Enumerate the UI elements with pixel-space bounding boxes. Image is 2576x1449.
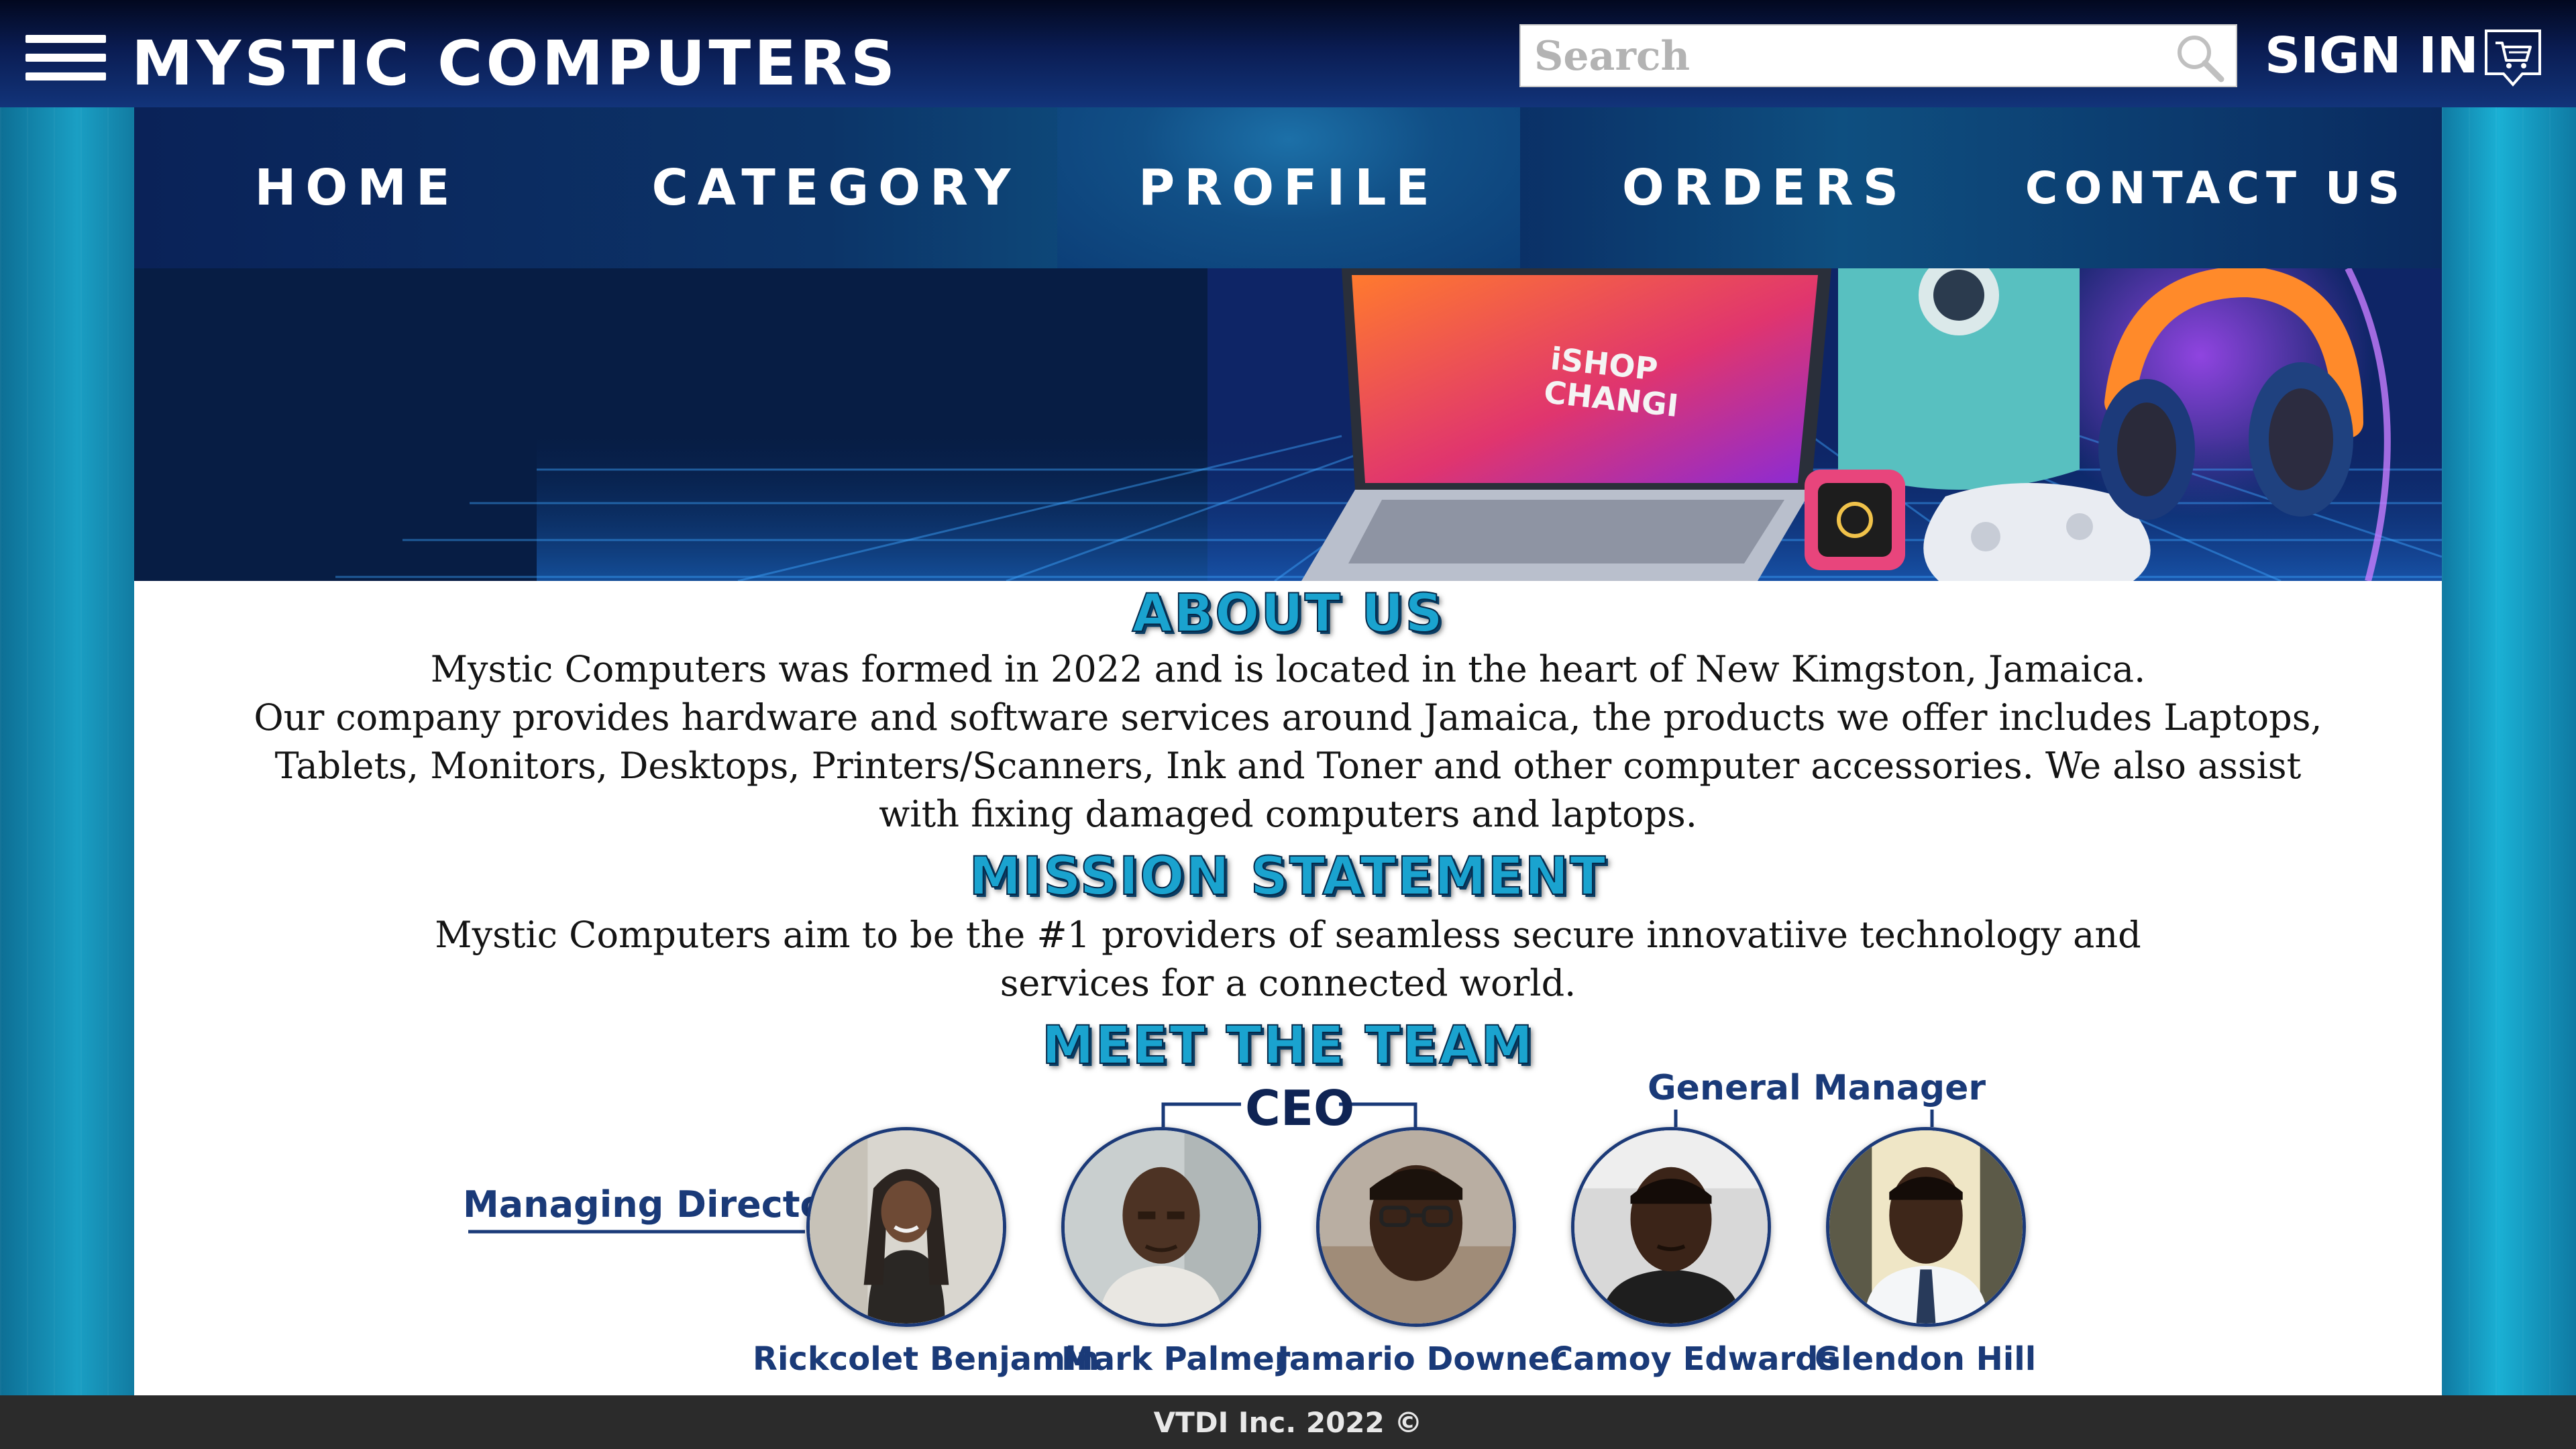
search-input[interactable]	[1534, 31, 2151, 82]
avatar	[1316, 1127, 1516, 1327]
main-navigation: HOME CATEGORY PROFILE ORDERS CONTACT US	[134, 107, 2442, 268]
footer: VTDI Inc. 2022 ©	[0, 1395, 2576, 1449]
meet-the-team-heading: MEET THE TEAM	[1041, 1015, 1534, 1077]
nav-item-category[interactable]: CATEGORY	[580, 107, 1092, 268]
nav-item-profile[interactable]: PROFILE	[1057, 107, 1520, 268]
avatar	[806, 1127, 1006, 1327]
about-us-body: Our company provides hardware and softwa…	[254, 696, 2322, 835]
search-bar	[1519, 24, 2237, 87]
avatar	[1061, 1127, 1261, 1327]
about-us-intro: Mystic Computers was formed in 2022 and …	[430, 648, 2146, 690]
hero-banner: iSHOP CHANGI	[134, 268, 2442, 581]
hamburger-menu-icon[interactable]	[25, 35, 106, 82]
nav-item-home[interactable]: HOME	[134, 107, 580, 268]
team-member-name: Rickcolet Benjamin	[753, 1340, 1099, 1378]
shopping-cart-icon[interactable]	[2482, 27, 2544, 89]
avatar	[1571, 1127, 1771, 1327]
team-member-name: Jamario Downer	[1277, 1340, 1566, 1378]
top-header: MYSTIC COMPUTERS SIGN IN	[0, 0, 2576, 107]
brand-logo-text[interactable]: MYSTIC COMPUTERS	[131, 27, 898, 101]
nav-item-orders[interactable]: ORDERS	[1520, 107, 2010, 268]
team-member-name: Glendon Hill	[1814, 1340, 2037, 1378]
role-ceo: CEO	[1245, 1080, 1355, 1136]
role-general-manager: General Manager	[1648, 1068, 1986, 1108]
mission-statement-heading: MISSION STATEMENT	[969, 846, 1607, 908]
sign-in-link[interactable]: SIGN IN	[2265, 25, 2479, 86]
avatar	[1826, 1127, 2026, 1327]
nav-item-contact-us[interactable]: CONTACT US	[1990, 107, 2442, 268]
main-panel: HOME CATEGORY PROFILE ORDERS CONTACT US	[134, 107, 2442, 1395]
mission-statement-body: Mystic Computers aim to be the #1 provid…	[435, 914, 2141, 1004]
role-managing-director: Managing Director	[463, 1183, 843, 1226]
team-member-name: Camoy Edwards	[1550, 1340, 1838, 1378]
hero-banner-image: iSHOP CHANGI	[134, 268, 2442, 581]
team-member-name: Mark Palmer	[1061, 1340, 1291, 1378]
about-us-heading: ABOUT US	[1131, 583, 1444, 645]
search-icon[interactable]	[2173, 31, 2226, 85]
